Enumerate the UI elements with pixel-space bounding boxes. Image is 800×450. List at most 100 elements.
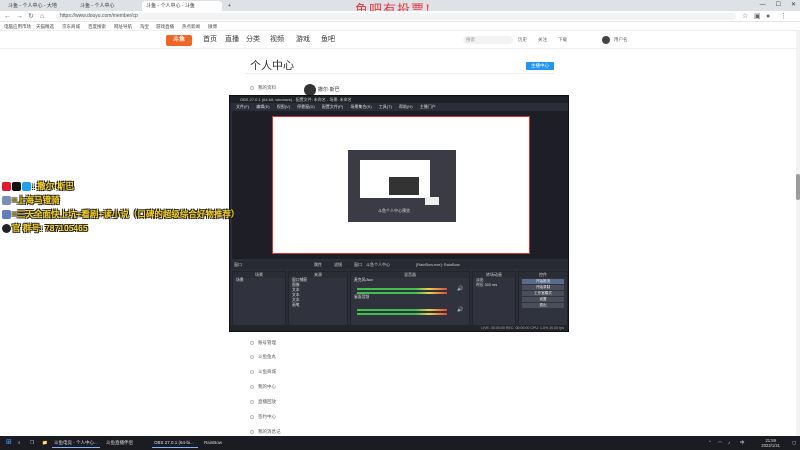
- taskbar-app-obs[interactable]: OBS 27.0.1 (64-bi...: [152, 438, 198, 448]
- bookmark[interactable]: 微博: [208, 22, 217, 31]
- close-icon[interactable]: ✕: [791, 0, 796, 11]
- menu-item[interactable]: 直播回放: [250, 398, 276, 405]
- obs-preview[interactable]: 斗鱼个人中心预览: [232, 111, 568, 259]
- obs-window-select[interactable]: 斗鱼个人中心: [366, 261, 390, 269]
- bookmark[interactable]: 京东商城: [62, 22, 80, 31]
- taskbar-app-companion[interactable]: 斗鱼直播伴侣: [104, 438, 148, 448]
- history-icon[interactable]: 历史: [518, 36, 527, 44]
- site-logo[interactable]: 斗鱼: [166, 35, 192, 46]
- user-avatar[interactable]: [602, 36, 610, 44]
- browser-tab-active[interactable]: 斗鱼 - 个人中心 - 斗鱼: [142, 1, 222, 11]
- menu-icon[interactable]: ⋮: [780, 12, 787, 21]
- start-streaming-button[interactable]: 开始推流: [522, 279, 564, 284]
- menu-item[interactable]: 斗鱼商城: [250, 368, 276, 375]
- minimize-icon[interactable]: —: [760, 0, 766, 11]
- volume-icon[interactable]: ♪: [726, 438, 730, 448]
- bookmark[interactable]: 百度搜索: [88, 22, 106, 31]
- obs-menu-item[interactable]: 帮助(H): [399, 104, 413, 109]
- menu-item[interactable]: 我的资料: [250, 84, 276, 91]
- taskbar-clock[interactable]: 21:59 2022/1/21: [761, 438, 780, 448]
- nav-game[interactable]: 游戏: [296, 34, 310, 46]
- obs-menu-item[interactable]: 配置文件(P): [322, 104, 343, 109]
- obs-menu-item[interactable]: 场景集合(S): [350, 104, 371, 109]
- obs-title-bar[interactable]: OBS 27.0.1 (64-bit, windows) - 配置文件: 未命名…: [230, 96, 568, 103]
- obs-menu-item[interactable]: 主播门户: [420, 104, 436, 109]
- forward-icon[interactable]: →: [16, 12, 23, 21]
- transition-duration[interactable]: 时长 300 ms: [473, 283, 515, 288]
- site-search-input[interactable]: 搜索: [463, 36, 513, 44]
- overlay-line: =上海马镫骑: [2, 194, 59, 206]
- new-tab-button[interactable]: +: [224, 1, 234, 11]
- address-bar-row: ← → ↻ ⌂ https://www.douyu.com/member/cp …: [0, 11, 800, 22]
- bookmark[interactable]: 网址导航: [114, 22, 132, 31]
- obs-filters-button[interactable]: 滤镜: [334, 261, 342, 269]
- start-recording-button[interactable]: 开始录制: [522, 285, 564, 290]
- profile-icon[interactable]: ●: [766, 12, 770, 21]
- nav-fishbar[interactable]: 鱼吧: [321, 34, 335, 46]
- volume-icon[interactable]: 🔊: [457, 286, 463, 292]
- bookmark[interactable]: 淘宝: [140, 22, 149, 31]
- browser-tab[interactable]: 斗鱼 - 个人中心 - 大地: [4, 1, 74, 11]
- star-icon[interactable]: ☆: [742, 12, 748, 21]
- explorer-icon[interactable]: 📁: [40, 438, 48, 448]
- windows-start-icon[interactable]: ⊞: [4, 438, 12, 448]
- menu-item[interactable]: 我的中心: [250, 383, 276, 390]
- network-icon[interactable]: ◠: [716, 438, 722, 448]
- home-icon[interactable]: ⌂: [40, 12, 44, 21]
- menu-dot-icon: [250, 354, 254, 359]
- menu-item[interactable]: 斗鱼鱼丸: [250, 353, 276, 360]
- source-item[interactable]: 画笔: [289, 303, 347, 308]
- browser-tab[interactable]: 斗鱼 - 个人中心: [76, 1, 140, 11]
- notification-icon[interactable]: ▢: [790, 438, 796, 448]
- menu-dot-icon: [250, 414, 254, 419]
- obs-menu-item[interactable]: 文件(F): [236, 104, 249, 109]
- obs-menu-item[interactable]: 工具(T): [379, 104, 392, 109]
- obs-menu-item[interactable]: 视图(V): [277, 104, 290, 109]
- obs-window-select[interactable]: [RainBow.exe]: RainBow: [416, 261, 460, 269]
- scrollbar-thumb[interactable]: [796, 174, 800, 200]
- reload-icon[interactable]: ↻: [28, 12, 34, 21]
- back-icon[interactable]: ←: [4, 12, 11, 21]
- studio-mode-button[interactable]: 工作室模式: [522, 291, 564, 296]
- menu-dot-icon: [250, 429, 254, 434]
- nav-home[interactable]: 首页: [203, 34, 217, 46]
- menu-item[interactable]: 账号管理: [250, 339, 276, 346]
- menu-dot-icon: [250, 85, 254, 90]
- volume-icon[interactable]: 🔊: [457, 307, 463, 313]
- task-view-icon[interactable]: ❐: [28, 438, 34, 448]
- settings-button[interactable]: 设置: [522, 297, 564, 302]
- bookmark[interactable]: 热点新闻: [182, 22, 200, 31]
- follow-icon[interactable]: 关注: [538, 36, 547, 44]
- streamer-center-button[interactable]: 主播中心: [526, 62, 554, 70]
- bookmark[interactable]: 游戏直播: [156, 22, 174, 31]
- maximize-icon[interactable]: ☐: [776, 0, 781, 11]
- tray-arrow-icon[interactable]: ⌃: [706, 438, 712, 448]
- extensions-icon[interactable]: ▣: [754, 12, 761, 21]
- obs-menu-item[interactable]: 停靠窗(D): [297, 104, 315, 109]
- location-icon: [2, 196, 11, 206]
- obs-toolbar-item[interactable]: 窗口: [234, 261, 242, 269]
- obs-properties-button[interactable]: 属性: [314, 261, 322, 269]
- download-icon[interactable]: 下载: [558, 36, 567, 44]
- page-scrollbar[interactable]: [796, 31, 800, 436]
- menu-dot-icon: [250, 340, 254, 345]
- audio-meter: [357, 288, 447, 290]
- user-name[interactable]: 用户名: [614, 36, 628, 44]
- ime-icon[interactable]: 中: [738, 438, 745, 448]
- obs-mixer-dock: 混音器 麦克风/Aux 🔊 桌面音频 🔊: [350, 271, 470, 327]
- search-icon[interactable]: ⌕: [16, 438, 21, 448]
- menu-item[interactable]: 签约中心: [250, 413, 276, 420]
- obs-menu-item[interactable]: 编辑(E): [256, 104, 269, 109]
- bookmark[interactable]: 天猫精选: [36, 22, 54, 31]
- taskbar-app-rainbow[interactable]: RainBow: [202, 438, 232, 448]
- url-input[interactable]: https://www.douyu.com/member/cp: [56, 13, 736, 20]
- nav-live[interactable]: 直播: [225, 34, 239, 46]
- obs-window[interactable]: OBS 27.0.1 (64-bit, windows) - 配置文件: 未命名…: [229, 95, 569, 332]
- exit-button[interactable]: 退出: [522, 303, 564, 308]
- taskbar-app-browser[interactable]: 斗鱼电竞 - 个人中心...: [52, 438, 100, 448]
- nav-category[interactable]: 分类: [246, 34, 260, 46]
- menu-item[interactable]: 我的消息记: [250, 428, 281, 435]
- nav-video[interactable]: 视频: [270, 34, 284, 46]
- scene-item[interactable]: 场景: [233, 278, 285, 283]
- bookmark[interactable]: 电脑应用市场: [4, 22, 31, 31]
